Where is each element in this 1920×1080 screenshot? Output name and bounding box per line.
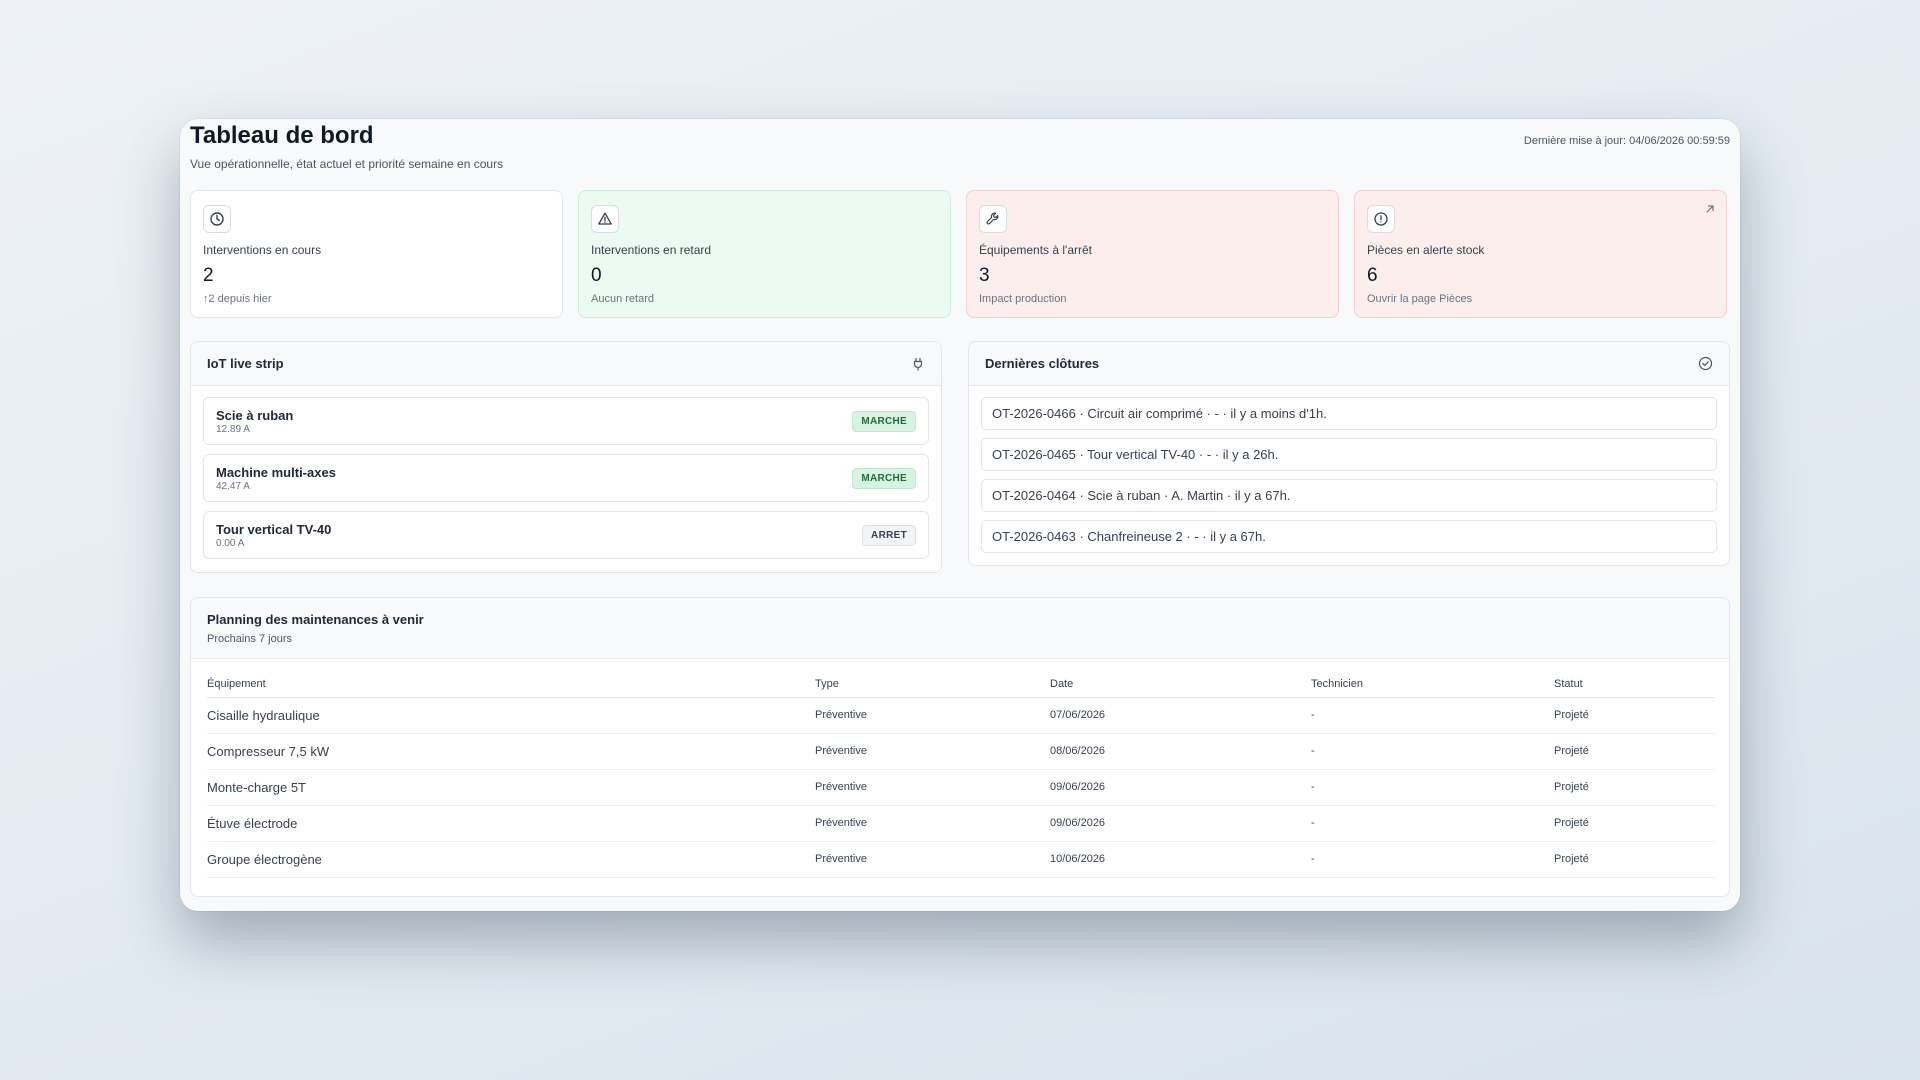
clock-icon — [203, 205, 231, 233]
table-header-row: Équipement Type Date Technicien Statut — [207, 672, 1715, 698]
cell-technicien: - — [1311, 841, 1554, 878]
iot-current-reading: 42.47 A — [216, 480, 250, 492]
closure-list: OT-2026-0466 · Circuit air comprimé · - … — [969, 386, 1729, 564]
closure-item[interactable]: OT-2026-0465 · Tour vertical TV-40 · - ·… — [981, 438, 1717, 471]
panel-title: Planning des maintenances à venir — [207, 612, 424, 627]
closure-item[interactable]: OT-2026-0463 · Chanfreineuse 2 · - · il … — [981, 520, 1717, 553]
column-header-statut[interactable]: Statut — [1554, 672, 1715, 698]
iot-equipment-name: Scie à ruban — [216, 407, 294, 423]
dashboard-window: Tableau de bord Vue opérationnelle, état… — [180, 119, 1740, 911]
cell-technicien: - — [1311, 733, 1554, 770]
table-row[interactable]: Compresseur 7,5 kW Préventive 08/06/2026… — [207, 733, 1715, 770]
cell-statut: Projeté — [1554, 733, 1715, 770]
panel-header: IoT live strip — [191, 342, 941, 386]
column-header-type[interactable]: Type — [815, 672, 1050, 698]
cell-statut: Projeté — [1554, 769, 1715, 806]
cell-statut: Projeté — [1554, 841, 1715, 878]
panel-header: Dernières clôtures — [969, 342, 1729, 386]
column-header-equipement[interactable]: Équipement — [207, 672, 815, 698]
panel-header: Planning des maintenances à venir Procha… — [191, 598, 1729, 659]
planning-table: Équipement Type Date Technicien Statut C… — [207, 672, 1715, 878]
iot-equipment-name: Tour vertical TV-40 — [216, 521, 332, 537]
table-row[interactable]: Monte-charge 5T Préventive 09/06/2026 - … — [207, 769, 1715, 806]
page-header: Tableau de bord Vue opérationnelle, état… — [190, 121, 1730, 181]
cell-type: Préventive — [815, 697, 1050, 734]
column-header-technicien[interactable]: Technicien — [1311, 672, 1554, 698]
cell-equipement: Monte-charge 5T — [207, 769, 815, 806]
wrench-icon — [979, 205, 1007, 233]
cell-technicien: - — [1311, 805, 1554, 842]
iot-equipment-name: Machine multi-axes — [216, 464, 336, 480]
kpi-row: Interventions en cours 2 ↑2 depuis hier … — [190, 190, 1728, 318]
cell-statut: Projeté — [1554, 697, 1715, 734]
kpi-note: Ouvrir la page Pièces — [1367, 293, 1473, 305]
iot-current-reading: 12.89 A — [216, 423, 250, 435]
cell-equipement: Cisaille hydraulique — [207, 697, 815, 734]
iot-live-strip-panel: IoT live strip Scie à ruban 12.89 A MARC… — [190, 341, 942, 573]
cell-technicien: - — [1311, 769, 1554, 806]
plug-icon — [911, 357, 925, 371]
cell-statut: Projeté — [1554, 805, 1715, 842]
cell-type: Préventive — [815, 733, 1050, 770]
maintenance-planning-panel: Planning des maintenances à venir Procha… — [190, 597, 1730, 897]
kpi-label: Interventions en cours — [203, 243, 322, 257]
iot-item[interactable]: Scie à ruban 12.89 A MARCHE — [203, 397, 929, 445]
cell-date: 09/06/2026 — [1050, 805, 1311, 842]
page-title: Tableau de bord — [190, 122, 374, 149]
panel-title: Dernières clôtures — [985, 356, 1100, 371]
column-header-date[interactable]: Date — [1050, 672, 1311, 698]
alert-circle-icon — [1367, 205, 1395, 233]
kpi-value: 0 — [591, 265, 602, 286]
table-row[interactable]: Cisaille hydraulique Préventive 07/06/20… — [207, 697, 1715, 734]
iot-item[interactable]: Tour vertical TV-40 0.00 A ARRET — [203, 511, 929, 559]
cell-equipement: Étuve électrode — [207, 805, 815, 842]
cell-equipement: Compresseur 7,5 kW — [207, 733, 815, 770]
kpi-note: Impact production — [979, 293, 1067, 305]
kpi-note: ↑2 depuis hier — [203, 293, 272, 305]
iot-item[interactable]: Machine multi-axes 42.47 A MARCHE — [203, 454, 929, 502]
closure-item[interactable]: OT-2026-0466 · Circuit air comprimé · - … — [981, 397, 1717, 430]
cell-date: 09/06/2026 — [1050, 769, 1311, 806]
status-badge: MARCHE — [852, 467, 916, 489]
kpi-card-interventions-en-cours[interactable]: Interventions en cours 2 ↑2 depuis hier — [190, 190, 563, 318]
table-row[interactable]: Groupe électrogène Préventive 10/06/2026… — [207, 841, 1715, 878]
kpi-label: Interventions en retard — [591, 243, 712, 257]
panel-title: IoT live strip — [207, 356, 284, 371]
kpi-value: 3 — [979, 265, 990, 286]
closure-item[interactable]: OT-2026-0464 · Scie à ruban · A. Martin … — [981, 479, 1717, 512]
kpi-label: Équipements à l'arrêt — [979, 243, 1093, 257]
arrow-up-right-icon[interactable] — [1704, 203, 1716, 215]
kpi-card-equipements-arret[interactable]: Équipements à l'arrêt 3 Impact productio… — [966, 190, 1339, 318]
cell-type: Préventive — [815, 841, 1050, 878]
kpi-label: Pièces en alerte stock — [1367, 243, 1485, 257]
status-badge: ARRET — [862, 524, 916, 546]
page-subtitle: Vue opérationnelle, état actuel et prior… — [190, 157, 504, 171]
warning-triangle-icon — [591, 205, 619, 233]
cell-type: Préventive — [815, 769, 1050, 806]
cell-technicien: - — [1311, 697, 1554, 734]
last-update-timestamp: Dernière mise à jour: 04/06/2026 00:59:5… — [1523, 135, 1730, 147]
check-circle-icon — [1698, 356, 1713, 371]
panel-subtitle: Prochains 7 jours — [207, 633, 292, 645]
latest-closures-panel: Dernières clôtures OT-2026-0466 · Circui… — [968, 341, 1730, 566]
cell-date: 10/06/2026 — [1050, 841, 1311, 878]
cell-date: 07/06/2026 — [1050, 697, 1311, 734]
cell-type: Préventive — [815, 805, 1050, 842]
iot-list: Scie à ruban 12.89 A MARCHE Machine mult… — [191, 386, 941, 570]
table-row[interactable]: Étuve électrode Préventive 09/06/2026 - … — [207, 805, 1715, 842]
kpi-card-pieces-alerte-stock[interactable]: Pièces en alerte stock 6 Ouvrir la page … — [1354, 190, 1727, 318]
cell-date: 08/06/2026 — [1050, 733, 1311, 770]
kpi-note: Aucun retard — [591, 293, 654, 305]
cell-equipement: Groupe électrogène — [207, 841, 815, 878]
kpi-value: 6 — [1367, 265, 1378, 286]
status-badge: MARCHE — [852, 410, 916, 432]
kpi-card-interventions-en-retard[interactable]: Interventions en retard 0 Aucun retard — [578, 190, 951, 318]
kpi-value: 2 — [203, 265, 214, 286]
iot-current-reading: 0.00 A — [216, 537, 245, 549]
